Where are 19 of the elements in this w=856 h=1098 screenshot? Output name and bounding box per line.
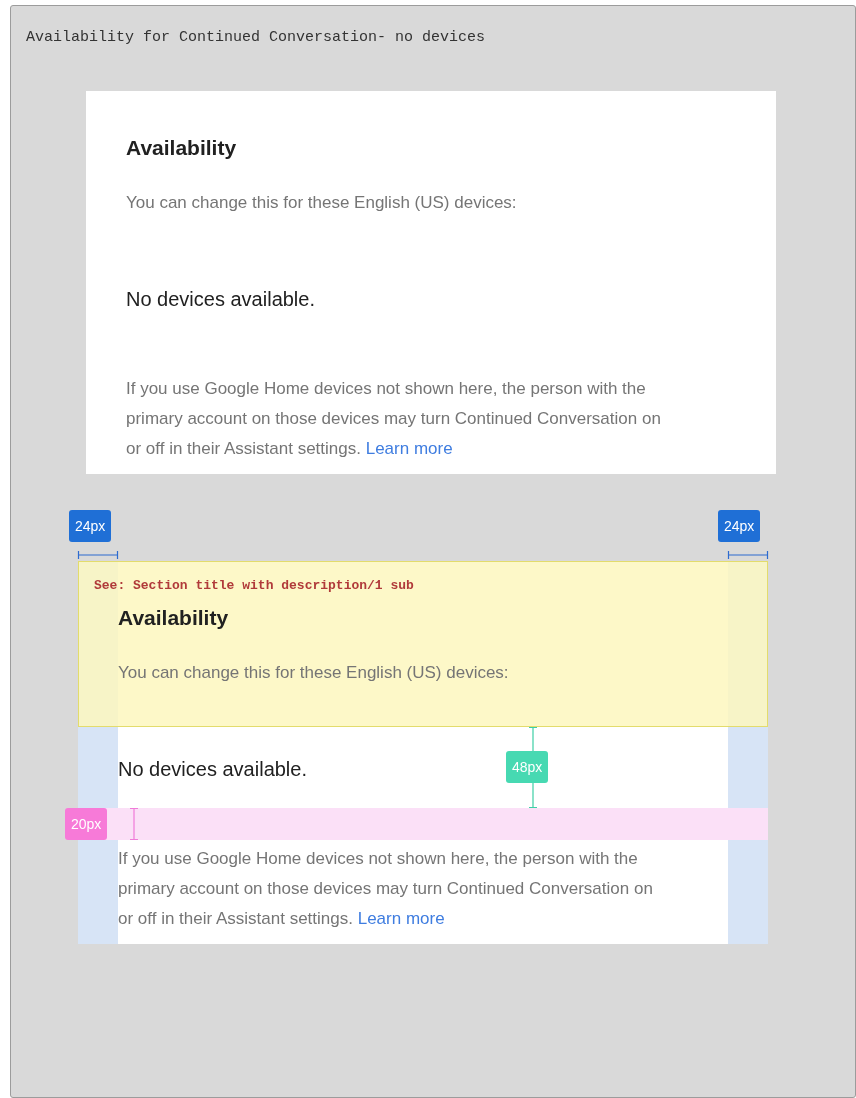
page-title: Availability for Continued Conversation- no devices <box>25 28 487 48</box>
info-text: If you use Google Home devices not shown here, the person with the primary account on those devices may turn Continued Conversation on or off in their Assistant settings. Learn more <box>126 378 662 460</box>
section-heading: Availability <box>126 135 238 161</box>
section-description: You can change this for these English (US) devices: <box>118 662 510 684</box>
learn-more-link[interactable]: Learn more <box>357 909 445 928</box>
dimension-line <box>130 808 138 840</box>
section-description: You can change this for these English (US) devices: <box>126 192 518 214</box>
dimension-line <box>78 551 118 559</box>
empty-message: No devices available. <box>126 287 315 312</box>
measurement-badge: 24px <box>69 510 112 542</box>
learn-more-link[interactable]: Learn more <box>365 439 453 458</box>
annotation-note: See: Section title with description/1 sub <box>94 577 414 595</box>
measurement-badge: 24px <box>718 510 761 542</box>
measurement-badge: 20px <box>65 808 108 840</box>
measurement-badge: 48px <box>506 751 549 783</box>
section-heading: Availability <box>118 605 230 631</box>
dimension-line <box>728 551 768 559</box>
empty-message: No devices available. <box>118 757 307 782</box>
info-text: If you use Google Home devices not shown here, the person with the primary account on those devices may turn Continued Conversation on or off in their Assistant settings. Learn more <box>118 848 654 930</box>
